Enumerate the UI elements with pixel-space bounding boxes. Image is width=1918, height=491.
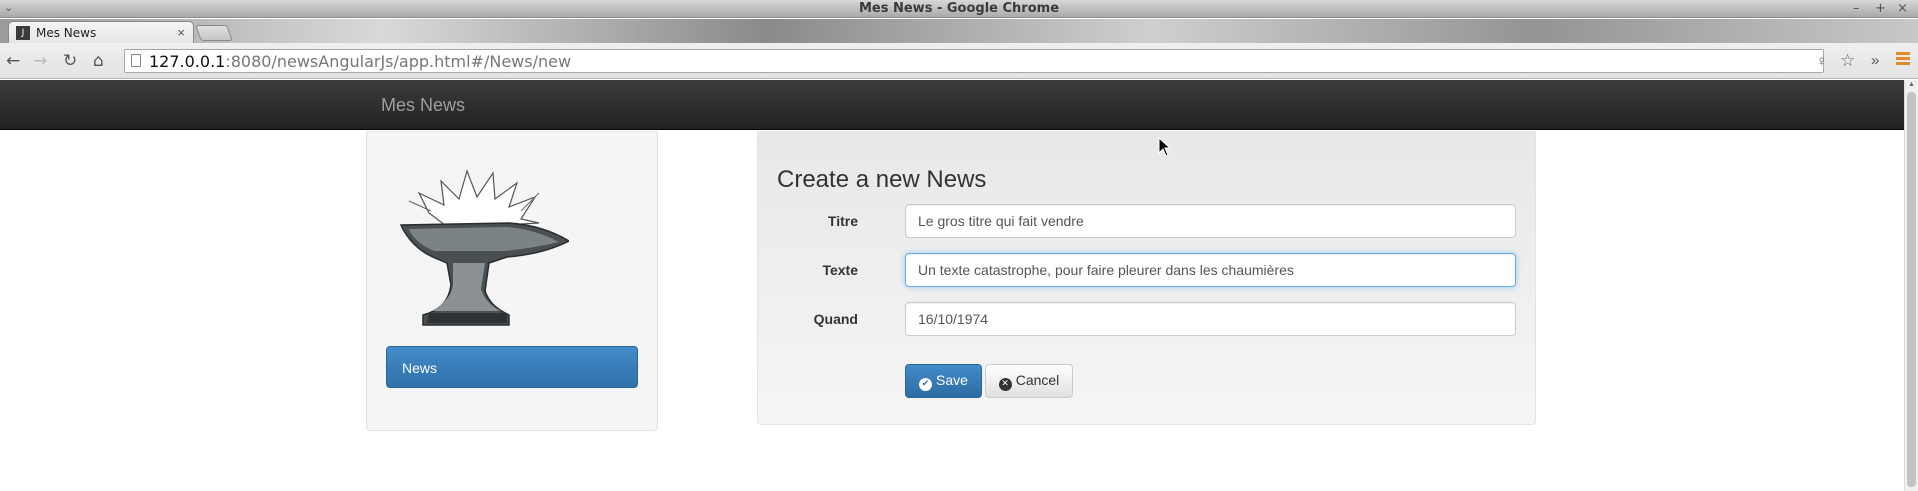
favicon-icon: J <box>16 26 30 40</box>
scroll-up-icon[interactable]: ▲ <box>1908 81 1915 88</box>
url-text[interactable]: 127.0.0.1:8080/newsAngularJs/app.html#/N… <box>149 52 571 71</box>
anvil-logo <box>399 169 569 326</box>
texte-input[interactable] <box>905 253 1516 287</box>
tab-title: Mes News <box>36 26 97 40</box>
mouse-cursor-icon <box>1158 137 1172 157</box>
titre-label: Titre <box>827 213 858 229</box>
sidebar-item-news[interactable]: News <box>386 346 638 388</box>
check-circle-icon: ✔ <box>919 378 933 391</box>
reload-icon[interactable]: ↻ <box>63 51 77 71</box>
url-host: 127.0.0.1 <box>149 52 226 71</box>
navbar-brand[interactable]: Mes News <box>381 95 465 116</box>
window-titlebar: ⌄ Mes News - Google Chrome – + × <box>0 0 1918 18</box>
texte-label: Texte <box>822 262 858 278</box>
home-icon[interactable]: ⌂ <box>93 51 104 71</box>
chrome-menu-icon[interactable] <box>1896 52 1910 66</box>
titre-input[interactable] <box>905 204 1516 238</box>
tab-mes-news[interactable]: J Mes News × <box>8 21 194 43</box>
top-navbar: Mes News <box>0 80 1904 130</box>
tab-strip: J Mes News × <box>0 19 1918 43</box>
forward-icon[interactable]: → <box>33 51 47 71</box>
cancel-circle-icon: ✕ <box>998 378 1012 391</box>
browser-toolbar: ← → ↻ ⌂ 127.0.0.1:8080/newsAngularJs/app… <box>0 43 1918 79</box>
sidebar: News <box>366 131 658 431</box>
page-icon <box>131 54 141 67</box>
close-window-button[interactable]: × <box>1897 1 1908 16</box>
tab-close-icon[interactable]: × <box>177 25 185 40</box>
create-news-panel: Create a new News Titre Texte Quand ✔Sav… <box>757 131 1536 425</box>
url-path: :8080/newsAngularJs/app.html#/News/new <box>225 52 572 71</box>
overflow-chevron-icon[interactable]: » <box>1871 52 1879 69</box>
quand-label: Quand <box>813 311 858 327</box>
cancel-button[interactable]: ✕ Cancel <box>985 364 1073 398</box>
back-icon[interactable]: ← <box>6 51 20 71</box>
minimize-button[interactable]: – <box>1853 1 1860 16</box>
page-content: Mes News News Create a new News Titre Le… <box>0 80 1904 491</box>
new-tab-button[interactable] <box>195 25 233 41</box>
quand-input[interactable] <box>905 302 1516 336</box>
scroll-thumb[interactable] <box>1907 92 1916 487</box>
page-scrollbar[interactable]: ▲ <box>1904 80 1918 491</box>
save-label: Save <box>936 372 968 388</box>
extension-icon[interactable]: ♀ <box>1816 53 1827 70</box>
maximize-button[interactable]: + <box>1875 1 1886 16</box>
window-title: Mes News - Google Chrome <box>858 1 1060 16</box>
address-bar[interactable]: 127.0.0.1:8080/newsAngularJs/app.html#/N… <box>124 49 1855 73</box>
save-button[interactable]: ✔ Save <box>905 364 982 398</box>
cancel-label: Cancel <box>1015 372 1060 388</box>
bookmark-star-icon[interactable]: ☆ <box>1840 51 1855 71</box>
form-heading: Create a new News <box>777 166 987 193</box>
